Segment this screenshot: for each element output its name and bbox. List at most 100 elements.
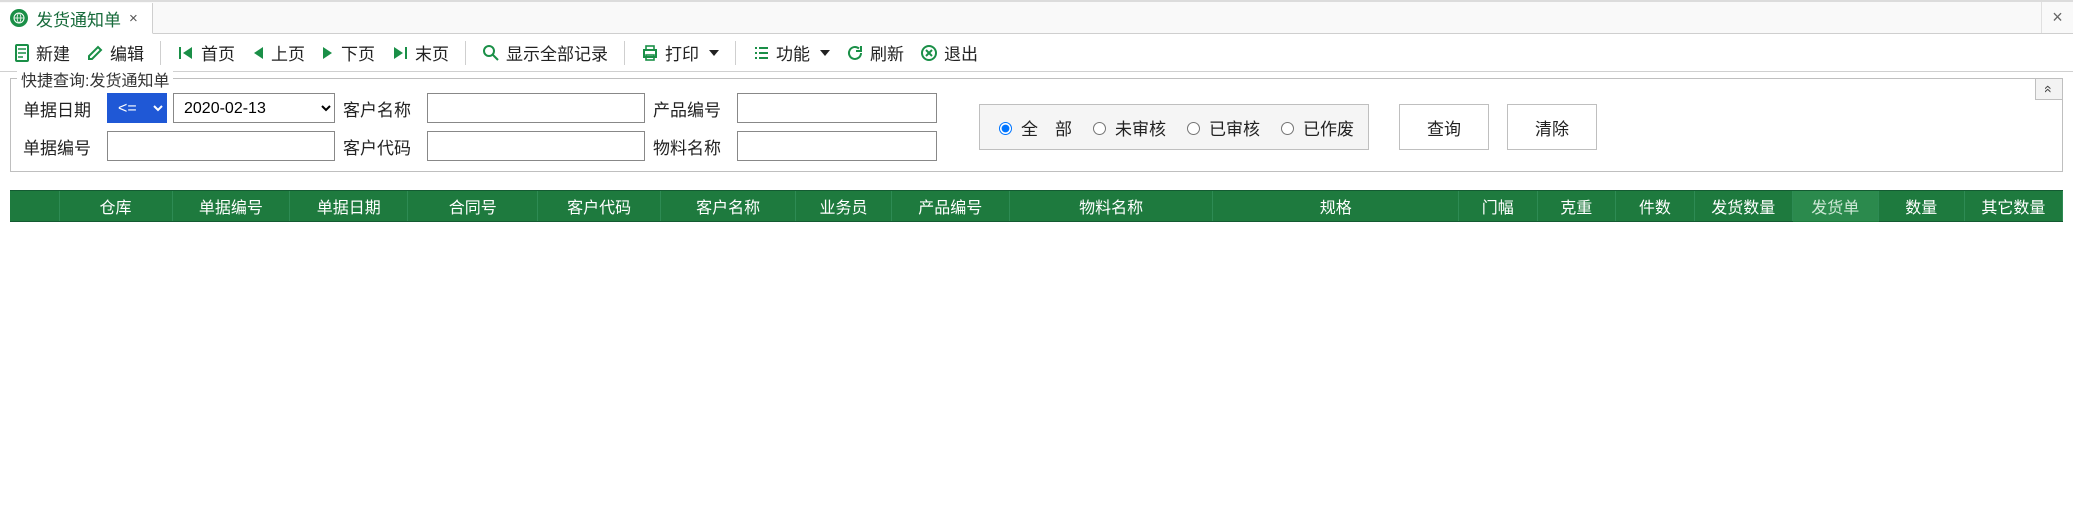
- doc-date-label: 单据日期: [23, 96, 101, 121]
- status-voided-label: 已作废: [1303, 115, 1354, 140]
- new-icon: [14, 44, 30, 62]
- last-page-button[interactable]: 末页: [387, 38, 453, 67]
- doc-no-input[interactable]: [107, 131, 335, 161]
- tab-title: 发货通知单: [36, 6, 121, 31]
- quick-query-panel: 快捷查询:发货通知单 « 单据日期 <<==>=> 2020-02-13 客户名…: [10, 78, 2063, 172]
- status-all-input[interactable]: [999, 122, 1012, 135]
- prev-page-icon: [251, 45, 265, 61]
- cust-name-input[interactable]: [427, 93, 645, 123]
- refresh-label: 刷新: [870, 40, 904, 65]
- clear-button[interactable]: 清除: [1507, 104, 1597, 150]
- toolbar-divider: [465, 41, 466, 65]
- col-warehouse[interactable]: 仓库: [59, 191, 172, 221]
- print-button[interactable]: 打印: [637, 38, 723, 67]
- status-voided-radio[interactable]: 已作废: [1276, 115, 1354, 140]
- col-cust_name[interactable]: 客户名称: [661, 191, 796, 221]
- status-radio-group: 全 部 未审核 已审核 已作废: [979, 104, 1369, 150]
- status-all-label: 全 部: [1021, 115, 1072, 140]
- query-button-label: 查询: [1427, 115, 1461, 140]
- exit-icon: [920, 44, 938, 62]
- show-all-button[interactable]: 显示全部记录: [478, 38, 612, 67]
- col-width_col[interactable]: 门幅: [1458, 191, 1537, 221]
- next-page-label: 下页: [341, 40, 375, 65]
- edit-icon: [86, 44, 104, 62]
- doc-date-operator-select[interactable]: <<==>=>: [107, 93, 167, 123]
- collapse-panel-button[interactable]: «: [2035, 78, 2063, 100]
- first-page-button[interactable]: 首页: [173, 38, 239, 67]
- dropdown-caret-icon: [709, 50, 719, 56]
- status-voided-input[interactable]: [1281, 122, 1294, 135]
- panel-close-icon[interactable]: ×: [2041, 2, 2073, 33]
- functions-button[interactable]: 功能: [748, 38, 834, 67]
- legend-name: 发货通知单: [89, 73, 169, 90]
- col-ship_qty[interactable]: 发货数量: [1694, 191, 1792, 221]
- col-cust_code[interactable]: 客户代码: [538, 191, 661, 221]
- status-unapproved-label: 未审核: [1115, 115, 1166, 140]
- functions-label: 功能: [776, 40, 810, 65]
- status-unapproved-input[interactable]: [1093, 122, 1106, 135]
- chevron-up-icon: «: [2041, 85, 2057, 93]
- mat-name-input[interactable]: [737, 131, 937, 161]
- last-page-icon: [391, 45, 409, 61]
- last-page-label: 末页: [415, 40, 449, 65]
- status-unapproved-radio[interactable]: 未审核: [1088, 115, 1166, 140]
- prod-code-label: 产品编号: [653, 96, 731, 121]
- col-ship_doc[interactable]: 发货单: [1792, 191, 1878, 221]
- col-gsm[interactable]: 克重: [1537, 191, 1616, 221]
- status-approved-radio[interactable]: 已审核: [1182, 115, 1260, 140]
- col-qty[interactable]: 数量: [1878, 191, 1964, 221]
- prev-page-button[interactable]: 上页: [247, 38, 309, 67]
- col-pcs[interactable]: 件数: [1616, 191, 1695, 221]
- next-page-button[interactable]: 下页: [317, 38, 379, 67]
- prod-code-input[interactable]: [737, 93, 937, 123]
- first-page-icon: [177, 45, 195, 61]
- col-blank[interactable]: [10, 191, 59, 221]
- result-grid: 仓库单据编号单据日期合同号客户代码客户名称业务员产品编号物料名称规格门幅克重件数…: [10, 190, 2063, 502]
- col-doc_date[interactable]: 单据日期: [290, 191, 408, 221]
- col-mat_name[interactable]: 物料名称: [1009, 191, 1213, 221]
- search-all-icon: [482, 44, 500, 62]
- prev-page-label: 上页: [271, 40, 305, 65]
- exit-button[interactable]: 退出: [916, 38, 982, 67]
- col-contract_no[interactable]: 合同号: [408, 191, 538, 221]
- toolbar-divider: [624, 41, 625, 65]
- cust-code-label: 客户代码: [343, 134, 421, 159]
- col-salesman[interactable]: 业务员: [796, 191, 892, 221]
- new-button[interactable]: 新建: [10, 38, 74, 67]
- col-doc_no[interactable]: 单据编号: [172, 191, 290, 221]
- first-page-label: 首页: [201, 40, 235, 65]
- legend-prefix: 快捷查询:: [21, 73, 89, 90]
- toolbar-divider: [160, 41, 161, 65]
- tab-shipment-notice[interactable]: 发货通知单 ×: [0, 3, 153, 34]
- refresh-icon: [846, 44, 864, 62]
- col-other_qty[interactable]: 其它数量: [1964, 191, 2062, 221]
- toolbar-divider: [735, 41, 736, 65]
- list-icon: [752, 45, 770, 61]
- next-page-icon: [321, 45, 335, 61]
- document-tabstrip: 发货通知单 × ×: [0, 2, 2073, 34]
- exit-label: 退出: [944, 40, 978, 65]
- edit-label: 编辑: [110, 40, 144, 65]
- status-all-radio[interactable]: 全 部: [994, 115, 1072, 140]
- query-button[interactable]: 查询: [1399, 104, 1489, 150]
- doc-no-label: 单据编号: [23, 134, 101, 159]
- toolbar: 新建 编辑 首页 上页 下页 末页 显示全部记录: [0, 34, 2073, 72]
- mat-name-label: 物料名称: [653, 134, 731, 159]
- doc-date-input[interactable]: 2020-02-13: [173, 93, 335, 123]
- tab-close-icon[interactable]: ×: [129, 10, 138, 27]
- clear-button-label: 清除: [1535, 115, 1569, 140]
- status-approved-label: 已审核: [1209, 115, 1260, 140]
- status-approved-input[interactable]: [1187, 122, 1200, 135]
- edit-button[interactable]: 编辑: [82, 38, 148, 67]
- dropdown-caret-icon: [820, 50, 830, 56]
- show-all-label: 显示全部记录: [506, 40, 608, 65]
- refresh-button[interactable]: 刷新: [842, 38, 908, 67]
- new-label: 新建: [36, 40, 70, 65]
- cust-name-label: 客户名称: [343, 96, 421, 121]
- print-icon: [641, 44, 659, 62]
- print-label: 打印: [665, 40, 699, 65]
- globe-icon: [10, 9, 28, 27]
- cust-code-input[interactable]: [427, 131, 645, 161]
- col-prod_code[interactable]: 产品编号: [891, 191, 1009, 221]
- col-spec[interactable]: 规格: [1213, 191, 1459, 221]
